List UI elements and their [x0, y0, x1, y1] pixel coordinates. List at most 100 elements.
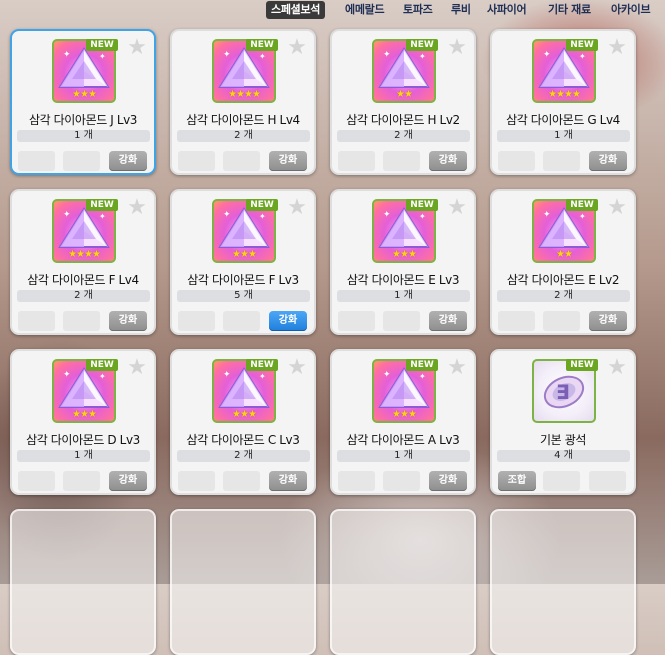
item-count: 2 개 — [497, 290, 630, 302]
star-icon[interactable]: ★ — [126, 197, 148, 219]
star-rating: ★★★★ — [68, 249, 101, 260]
svg-text:✦: ✦ — [419, 212, 426, 221]
item-count: 1 개 — [17, 130, 150, 142]
svg-text:✦: ✦ — [99, 372, 106, 381]
empty-slot — [223, 471, 260, 491]
svg-text:✦: ✦ — [543, 210, 551, 220]
star-icon[interactable]: ★ — [446, 37, 468, 59]
item-card[interactable]: ✦ ✦ NEW ★★★ ★ 삼각 다이아몬드 F Lv3 5 개 강화 — [170, 189, 316, 335]
item-count: 5 개 — [177, 290, 310, 302]
enhance-button[interactable]: 강화 — [109, 311, 147, 331]
empty-slot — [178, 151, 215, 171]
enhance-button[interactable]: 강화 — [589, 311, 627, 331]
star-icon[interactable]: ★ — [606, 357, 628, 379]
item-card[interactable]: ✦ ✦ NEW ★★★★ ★ 삼각 다이아몬드 G Lv4 1 개 강화 — [490, 29, 636, 175]
svg-text:✦: ✦ — [579, 212, 586, 221]
svg-text:✦: ✦ — [383, 210, 391, 220]
svg-text:✦: ✦ — [223, 210, 231, 220]
item-card[interactable]: ✦ ✦ NEW ★★★★ ★ 삼각 다이아몬드 F Lv4 2 개 강화 — [10, 189, 156, 335]
empty-card — [170, 509, 316, 655]
empty-slot — [383, 471, 420, 491]
star-icon[interactable]: ★ — [286, 197, 308, 219]
svg-text:✦: ✦ — [419, 372, 426, 381]
star-icon[interactable]: ★ — [286, 357, 308, 379]
tab-sapphire[interactable]: 사파이어 — [487, 1, 527, 19]
empty-card — [10, 509, 156, 655]
item-card[interactable]: ✦ ✦ NEW ★★★ ★ 삼각 다이아몬드 A Lv3 1 개 강화 — [330, 349, 476, 495]
enhance-button[interactable]: 강화 — [269, 471, 307, 491]
enhance-button[interactable]: 강화 — [269, 151, 307, 171]
item-count: 4 개 — [497, 450, 630, 462]
item-name: 삼각 다이아몬드 G Lv4 — [506, 113, 620, 127]
star-icon[interactable]: ★ — [286, 37, 308, 59]
tab-special-gem[interactable]: 스페셜보석 — [266, 1, 326, 19]
empty-slot — [383, 311, 420, 331]
svg-text:✦: ✦ — [259, 52, 266, 61]
star-rating: ★★★★ — [228, 89, 261, 100]
tab-other-materials[interactable]: 기타 재료 — [548, 1, 591, 19]
empty-card — [490, 509, 636, 655]
enhance-button[interactable]: 강화 — [109, 471, 147, 491]
item-card[interactable]: ✦ ✦ NEW ★★ ★ 삼각 다이아몬드 E Lv2 2 개 강화 — [490, 189, 636, 335]
empty-slot — [338, 471, 375, 491]
svg-text:✦: ✦ — [579, 52, 586, 61]
tab-topaz[interactable]: 토파즈 — [403, 1, 433, 19]
item-card[interactable]: ✦ ✦ NEW ★★★ ★ 삼각 다이아몬드 E Lv3 1 개 강화 — [330, 189, 476, 335]
star-icon[interactable]: ★ — [126, 37, 148, 59]
tab-emerald[interactable]: 에메랄드 — [345, 1, 385, 19]
tab-archive[interactable]: 아카이브 — [611, 1, 651, 19]
item-count: 2 개 — [17, 290, 150, 302]
empty-slot — [498, 151, 535, 171]
star-rating: ★★★ — [392, 409, 417, 420]
item-name: 삼각 다이아몬드 E Lv3 — [346, 273, 460, 287]
new-badge: NEW — [246, 39, 278, 51]
star-icon[interactable]: ★ — [606, 37, 628, 59]
new-badge: NEW — [86, 39, 118, 51]
star-rating: ★★ — [396, 89, 413, 100]
star-rating: ★★★★ — [548, 89, 581, 100]
enhance-button[interactable]: 강화 — [109, 151, 147, 171]
category-tabs: 스페셜보석 에메랄드 토파즈 루비 사파이어 기타 재료 아카이브 — [262, 0, 665, 22]
new-badge: NEW — [86, 359, 118, 371]
item-card[interactable]: ∃ NEW ★ 기본 광석 4 개 조합 — [490, 349, 636, 495]
svg-text:✦: ✦ — [383, 370, 391, 380]
new-badge: NEW — [406, 199, 438, 211]
svg-text:✦: ✦ — [543, 50, 551, 60]
new-badge: NEW — [566, 39, 598, 51]
item-count: 2 개 — [177, 450, 310, 462]
enhance-button[interactable]: 강화 — [429, 471, 467, 491]
empty-slot — [589, 471, 626, 491]
enhance-button[interactable]: 강화 — [429, 151, 467, 171]
star-icon[interactable]: ★ — [446, 357, 468, 379]
item-card[interactable]: ✦ ✦ NEW ★★★ ★ 삼각 다이아몬드 C Lv3 2 개 강화 — [170, 349, 316, 495]
empty-slot — [223, 311, 260, 331]
empty-slot — [63, 311, 100, 331]
empty-slot — [178, 311, 215, 331]
item-card[interactable]: ✦ ✦ NEW ★★ ★ 삼각 다이아몬드 H Lv2 2 개 강화 — [330, 29, 476, 175]
tab-ruby[interactable]: 루비 — [451, 1, 471, 19]
combine-button[interactable]: 조합 — [498, 471, 536, 491]
item-name: 삼각 다이아몬드 F Lv3 — [187, 273, 299, 287]
enhance-button[interactable]: 강화 — [269, 311, 307, 331]
empty-slot — [383, 151, 420, 171]
item-count: 1 개 — [337, 450, 470, 462]
svg-text:✦: ✦ — [383, 50, 391, 60]
item-card[interactable]: ✦ ✦ NEW ★★★★ ★ 삼각 다이아몬드 H Lv4 2 개 강화 — [170, 29, 316, 175]
item-card[interactable]: ✦ ✦ NEW ★★★ ★ 삼각 다이아몬드 D Lv3 1 개 강화 — [10, 349, 156, 495]
new-badge: NEW — [406, 39, 438, 51]
item-name: 삼각 다이아몬드 D Lv3 — [26, 433, 140, 447]
item-name: 삼각 다이아몬드 C Lv3 — [186, 433, 300, 447]
item-count: 1 개 — [17, 450, 150, 462]
star-icon[interactable]: ★ — [606, 197, 628, 219]
item-name: 삼각 다이아몬드 J Lv3 — [28, 113, 138, 127]
enhance-button[interactable]: 강화 — [429, 311, 467, 331]
item-card[interactable]: ✦ ✦ NEW ★★★ ★ 삼각 다이아몬드 J Lv3 1 개 강화 — [10, 29, 156, 175]
svg-text:✦: ✦ — [223, 50, 231, 60]
empty-slot — [543, 311, 580, 331]
svg-text:✦: ✦ — [223, 370, 231, 380]
enhance-button[interactable]: 강화 — [589, 151, 627, 171]
star-icon[interactable]: ★ — [446, 197, 468, 219]
star-icon[interactable]: ★ — [126, 357, 148, 379]
item-count: 2 개 — [177, 130, 310, 142]
item-name: 삼각 다이아몬드 F Lv4 — [27, 273, 139, 287]
